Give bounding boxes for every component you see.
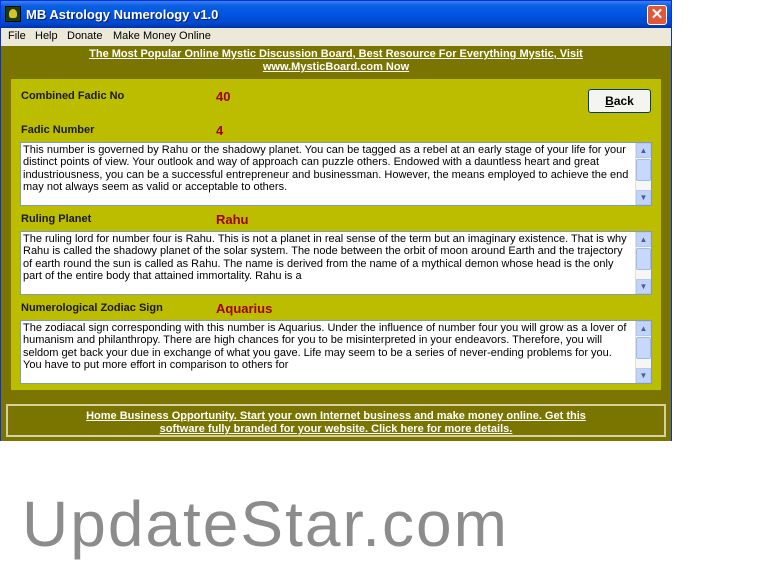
mysticboard-banner-link[interactable]: The Most Popular Online Mystic Discussio… [1, 48, 671, 74]
back-button-label: ack [613, 94, 634, 108]
back-button[interactable]: Back [588, 89, 651, 113]
scroll-up-icon[interactable]: ▲ [636, 232, 651, 247]
back-accel-letter: B [605, 94, 614, 108]
fadic-description-scrollbar[interactable]: ▲ ▼ [635, 143, 651, 205]
zodiac-sign-value: Aquarius [216, 301, 273, 316]
title-bar[interactable]: MB Astrology Numerology v1.0 ✕ [1, 1, 671, 28]
updatestar-watermark: UpdateStar.com [22, 488, 509, 560]
scroll-down-icon[interactable]: ▼ [636, 190, 651, 205]
ruling-planet-scrollbar[interactable]: ▲ ▼ [635, 232, 651, 294]
banner-line-2: www.MysticBoard.com Now [262, 61, 410, 73]
ruling-planet-label: Ruling Planet [21, 213, 92, 225]
fadic-description-text: This number is governed by Rahu or the s… [23, 144, 629, 194]
ruling-planet-value: Rahu [216, 212, 249, 227]
menu-file[interactable]: File [8, 30, 26, 42]
zodiac-description-textbox[interactable]: The zodiacal sign corresponding with thi… [20, 320, 652, 384]
scroll-down-icon[interactable]: ▼ [636, 368, 651, 383]
app-window: MB Astrology Numerology v1.0 ✕ File Help… [0, 0, 672, 441]
fadic-description-textbox[interactable]: This number is governed by Rahu or the s… [20, 142, 652, 206]
scroll-down-icon[interactable]: ▼ [636, 279, 651, 294]
scroll-up-icon[interactable]: ▲ [636, 321, 651, 336]
menu-make-money-online[interactable]: Make Money Online [113, 30, 211, 42]
zodiac-sign-label: Numerological Zodiac Sign [21, 302, 163, 314]
bottom-banner-line-1: Home Business Opportunity. Start your ow… [86, 410, 586, 422]
banner-line-1: The Most Popular Online Mystic Discussio… [89, 48, 583, 60]
home-business-banner-link[interactable]: Home Business Opportunity. Start your ow… [1, 410, 671, 436]
fadic-number-label: Fadic Number [21, 124, 95, 136]
menu-donate[interactable]: Donate [67, 30, 102, 42]
combined-fadic-value: 40 [216, 89, 231, 104]
scroll-thumb[interactable] [636, 248, 651, 270]
scroll-thumb[interactable] [636, 337, 651, 359]
scroll-up-icon[interactable]: ▲ [636, 143, 651, 158]
results-panel: Combined Fadic No 40 Back Fadic Number 4… [11, 79, 661, 390]
zodiac-description-text: The zodiacal sign corresponding with thi… [23, 322, 627, 372]
close-icon: ✕ [650, 6, 664, 23]
window-title: MB Astrology Numerology v1.0 [26, 7, 219, 22]
zodiac-description-scrollbar[interactable]: ▲ ▼ [635, 321, 651, 383]
app-icon[interactable] [5, 6, 21, 22]
ruling-planet-text: The ruling lord for number four is Rahu.… [23, 233, 627, 283]
menu-help[interactable]: Help [35, 30, 58, 42]
bottom-banner-line-2: software fully branded for your website.… [159, 423, 513, 435]
fadic-number-value: 4 [216, 123, 224, 138]
client-area: The Most Popular Online Mystic Discussio… [1, 46, 671, 441]
ruling-planet-textbox[interactable]: The ruling lord for number four is Rahu.… [20, 231, 652, 295]
scroll-thumb[interactable] [636, 159, 651, 181]
menu-bar: File Help Donate Make Money Online [1, 28, 671, 46]
close-button[interactable]: ✕ [647, 5, 667, 25]
combined-fadic-label: Combined Fadic No [21, 90, 125, 102]
